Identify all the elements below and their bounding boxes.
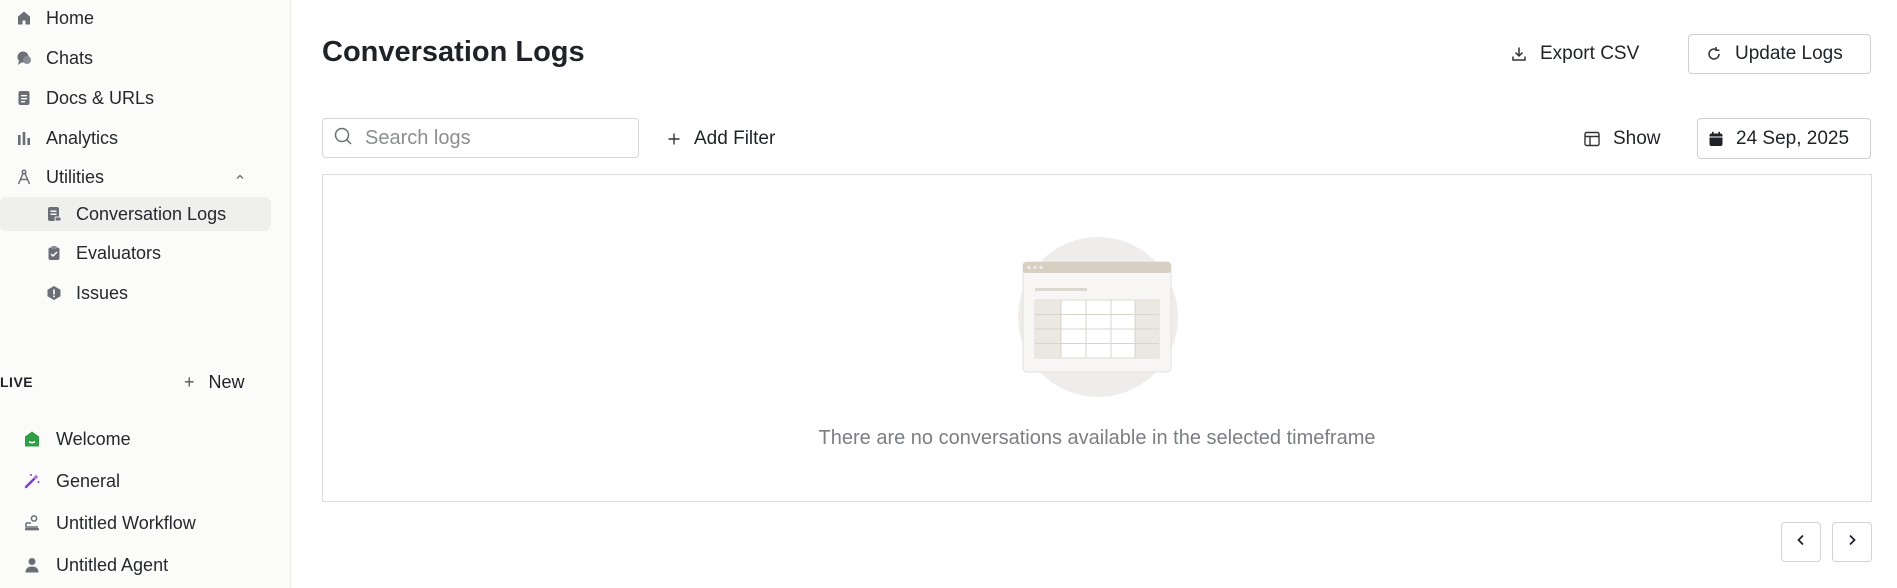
agent-label: Welcome bbox=[56, 428, 131, 449]
new-agent-button[interactable]: + New bbox=[184, 366, 245, 398]
next-page-button[interactable] bbox=[1832, 522, 1872, 562]
columns-icon bbox=[1583, 130, 1601, 148]
search-icon bbox=[333, 126, 353, 151]
sidebar-item-utilities[interactable]: Utilities bbox=[14, 160, 274, 194]
empty-table-illustration bbox=[1017, 237, 1179, 402]
magic-wand-icon bbox=[22, 471, 42, 491]
sidebar-item-label: Evaluators bbox=[76, 242, 162, 263]
update-logs-button[interactable]: Update Logs bbox=[1688, 34, 1871, 74]
person-icon bbox=[22, 555, 42, 575]
export-csv-label: Export CSV bbox=[1540, 43, 1640, 64]
log-icon bbox=[44, 204, 64, 224]
chevron-right-icon bbox=[1845, 533, 1859, 552]
add-filter-label: Add Filter bbox=[694, 128, 776, 149]
agent-item-general[interactable]: General bbox=[22, 464, 120, 498]
chevron-up-icon[interactable] bbox=[234, 167, 246, 188]
agent-item-untitled-agent[interactable]: Untitled Agent bbox=[22, 548, 168, 582]
sidebar-item-label: Conversation Logs bbox=[76, 203, 227, 224]
empty-state-message: There are no conversations available in … bbox=[818, 427, 1376, 449]
date-picker-button[interactable]: 24 Sep, 2025 bbox=[1697, 118, 1871, 159]
sidebar: Home Chats Docs & URLs Analytics Utiliti… bbox=[0, 0, 291, 588]
document-icon bbox=[14, 88, 34, 108]
compass-icon bbox=[14, 167, 34, 187]
refresh-icon bbox=[1705, 45, 1723, 63]
agent-item-welcome[interactable]: Welcome bbox=[22, 422, 131, 456]
sidebar-item-label: Analytics bbox=[46, 127, 119, 148]
clipboard-icon bbox=[44, 243, 64, 263]
chevron-left-icon bbox=[1794, 533, 1808, 552]
sidebar-item-evaluators[interactable]: Evaluators bbox=[0, 236, 271, 270]
sidebar-item-analytics[interactable]: Analytics bbox=[14, 121, 264, 155]
agent-label: Untitled Agent bbox=[56, 554, 169, 575]
live-section-label: LIVE bbox=[0, 374, 34, 390]
chat-icon bbox=[14, 48, 34, 68]
date-label: 24 Sep, 2025 bbox=[1736, 127, 1850, 149]
calendar-icon bbox=[1708, 131, 1724, 147]
plus-icon bbox=[666, 131, 682, 147]
add-filter-button[interactable]: Add Filter bbox=[666, 122, 775, 156]
previous-page-button[interactable] bbox=[1781, 522, 1821, 562]
logs-panel: There are no conversations available in … bbox=[322, 174, 1872, 502]
agent-item-untitled-workflow[interactable]: Untitled Workflow bbox=[22, 506, 196, 540]
workflow-icon bbox=[22, 513, 42, 533]
show-label: Show bbox=[1613, 128, 1661, 149]
new-agent-label: New bbox=[208, 371, 245, 392]
bar-chart-icon bbox=[14, 128, 34, 148]
search-input[interactable] bbox=[363, 125, 627, 151]
search-box bbox=[322, 118, 639, 158]
agent-label: General bbox=[56, 470, 121, 491]
alert-icon bbox=[44, 283, 64, 303]
show-columns-button[interactable]: Show bbox=[1583, 122, 1661, 156]
sidebar-item-label: Utilities bbox=[46, 166, 105, 187]
agent-label: Untitled Workflow bbox=[56, 512, 196, 533]
plus-icon: + bbox=[184, 371, 195, 392]
download-icon bbox=[1510, 45, 1528, 63]
sidebar-item-label: Chats bbox=[46, 47, 94, 68]
house-icon bbox=[22, 429, 42, 449]
sidebar-item-label: Docs & URLs bbox=[46, 87, 155, 108]
sidebar-item-docs-urls[interactable]: Docs & URLs bbox=[14, 81, 264, 115]
update-logs-label: Update Logs bbox=[1735, 43, 1843, 64]
sidebar-item-label: Issues bbox=[76, 282, 129, 303]
sidebar-item-chats[interactable]: Chats bbox=[14, 41, 264, 75]
home-icon bbox=[14, 8, 34, 28]
sidebar-item-conversation-logs[interactable]: Conversation Logs bbox=[0, 197, 271, 231]
sidebar-item-issues[interactable]: Issues bbox=[0, 276, 271, 310]
export-csv-button[interactable]: Export CSV bbox=[1510, 36, 1639, 72]
page-title: Conversation Logs bbox=[322, 36, 585, 68]
sidebar-item-label: Home bbox=[46, 7, 95, 28]
sidebar-item-home[interactable]: Home bbox=[14, 1, 264, 35]
